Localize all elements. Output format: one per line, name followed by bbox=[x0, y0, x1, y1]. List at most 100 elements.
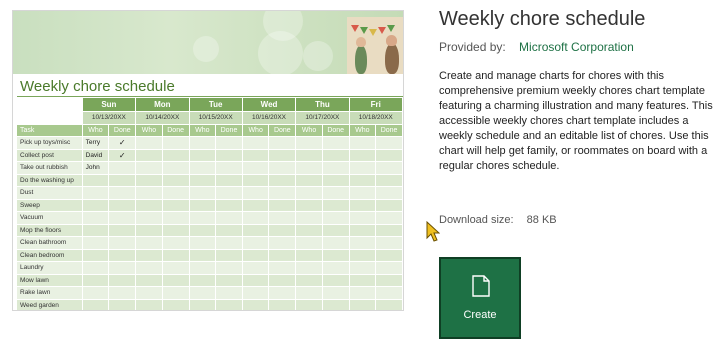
task-cell: Rake lawn bbox=[16, 286, 83, 300]
who-cell bbox=[188, 298, 217, 310]
done-column-header: Done bbox=[321, 123, 350, 137]
who-cell bbox=[295, 136, 323, 150]
who-cell bbox=[295, 261, 323, 275]
date-row: 10/13/20XX 10/14/20XX 10/15/20XX 10/16/20XX… bbox=[16, 111, 403, 125]
date-cell: 10/14/20XX bbox=[135, 111, 190, 125]
done-cell bbox=[321, 211, 350, 225]
who-cell bbox=[295, 161, 323, 175]
done-cell bbox=[375, 148, 403, 162]
who-cell bbox=[81, 298, 110, 310]
done-cell bbox=[268, 148, 297, 162]
who-cell bbox=[135, 136, 163, 150]
done-cell bbox=[268, 186, 297, 200]
done-cell bbox=[321, 136, 350, 150]
done-cell bbox=[268, 223, 297, 237]
done-cell bbox=[268, 211, 297, 225]
done-cell bbox=[215, 173, 243, 187]
task-cell: Clean bathroom bbox=[16, 236, 83, 250]
who-cell: David bbox=[81, 148, 110, 162]
date-cell: 10/18/20XX bbox=[348, 111, 403, 125]
who-cell bbox=[348, 223, 377, 237]
template-title: Weekly chore schedule bbox=[439, 8, 646, 30]
done-cell bbox=[215, 136, 243, 150]
day-header: Tue bbox=[188, 97, 243, 112]
done-cell bbox=[375, 136, 403, 150]
who-cell bbox=[188, 273, 217, 287]
who-column-header: Who bbox=[348, 123, 377, 137]
who-cell bbox=[241, 148, 270, 162]
who-cell bbox=[348, 148, 377, 162]
who-cell bbox=[348, 186, 377, 200]
done-cell bbox=[108, 248, 137, 262]
done-cell bbox=[375, 186, 403, 200]
done-cell bbox=[268, 248, 297, 262]
task-cell: Clean bedroom bbox=[16, 248, 83, 262]
who-column-header: Who bbox=[241, 123, 270, 137]
mouse-cursor-icon bbox=[426, 221, 440, 242]
done-cell bbox=[321, 148, 350, 162]
table-row: Sweep bbox=[16, 198, 403, 212]
who-cell bbox=[188, 161, 217, 175]
task-cell: Dust bbox=[16, 186, 83, 200]
create-button[interactable]: Create bbox=[439, 257, 521, 339]
who-cell bbox=[241, 161, 270, 175]
done-cell bbox=[215, 236, 243, 250]
who-cell bbox=[135, 211, 163, 225]
done-cell bbox=[161, 273, 190, 287]
done-cell: ✓ bbox=[108, 136, 137, 150]
who-column-header: Who bbox=[81, 123, 110, 137]
done-cell bbox=[215, 211, 243, 225]
day-header: Fri bbox=[348, 97, 403, 112]
done-cell bbox=[215, 286, 243, 300]
who-cell bbox=[135, 173, 163, 187]
who-cell bbox=[188, 286, 217, 300]
done-cell: ✓ bbox=[108, 148, 137, 162]
done-cell bbox=[375, 298, 403, 310]
date-cell: 10/17/20XX bbox=[295, 111, 350, 125]
table-row: Mow lawn bbox=[16, 273, 403, 287]
table-row: Clean bedroom bbox=[16, 248, 403, 262]
table-row: Laundry bbox=[16, 261, 403, 275]
who-cell bbox=[135, 248, 163, 262]
who-cell bbox=[81, 198, 110, 212]
day-header-row: Sun Mon Tue Wed Thu Fri bbox=[16, 97, 403, 112]
date-cell: 10/15/20XX bbox=[188, 111, 243, 125]
done-cell bbox=[375, 198, 403, 212]
done-cell bbox=[161, 186, 190, 200]
done-column-header: Done bbox=[161, 123, 190, 137]
who-cell bbox=[295, 286, 323, 300]
day-header: Thu bbox=[295, 97, 350, 112]
done-cell bbox=[161, 198, 190, 212]
done-cell bbox=[108, 273, 137, 287]
done-column-header: Done bbox=[108, 123, 137, 137]
done-cell bbox=[375, 248, 403, 262]
table-row: Mop the floors bbox=[16, 223, 403, 237]
who-cell bbox=[295, 173, 323, 187]
date-cell: 10/13/20XX bbox=[81, 111, 137, 125]
done-cell bbox=[215, 148, 243, 162]
download-size-label: Download size: bbox=[439, 214, 514, 226]
done-cell bbox=[161, 261, 190, 275]
who-cell bbox=[295, 198, 323, 212]
done-cell bbox=[215, 161, 243, 175]
done-cell bbox=[108, 161, 137, 175]
who-cell bbox=[81, 173, 110, 187]
done-cell bbox=[268, 261, 297, 275]
template-preview: Weekly chore schedule Sun Mon Tue Wed Thu Fri… bbox=[12, 10, 404, 311]
task-cell: Laundry bbox=[16, 261, 83, 275]
done-cell bbox=[161, 211, 190, 225]
done-cell bbox=[268, 173, 297, 187]
task-cell: Take out rubbish bbox=[16, 161, 83, 175]
done-cell bbox=[268, 298, 297, 310]
who-cell bbox=[135, 298, 163, 310]
download-size-value: 88 KB bbox=[526, 214, 557, 226]
done-cell bbox=[321, 161, 350, 175]
table-row: Collect post David ✓ bbox=[16, 148, 403, 162]
who-cell bbox=[135, 198, 163, 212]
who-cell bbox=[348, 286, 377, 300]
who-cell bbox=[81, 248, 110, 262]
done-cell bbox=[375, 211, 403, 225]
who-cell bbox=[135, 161, 163, 175]
who-cell bbox=[188, 248, 217, 262]
who-cell bbox=[348, 273, 377, 287]
